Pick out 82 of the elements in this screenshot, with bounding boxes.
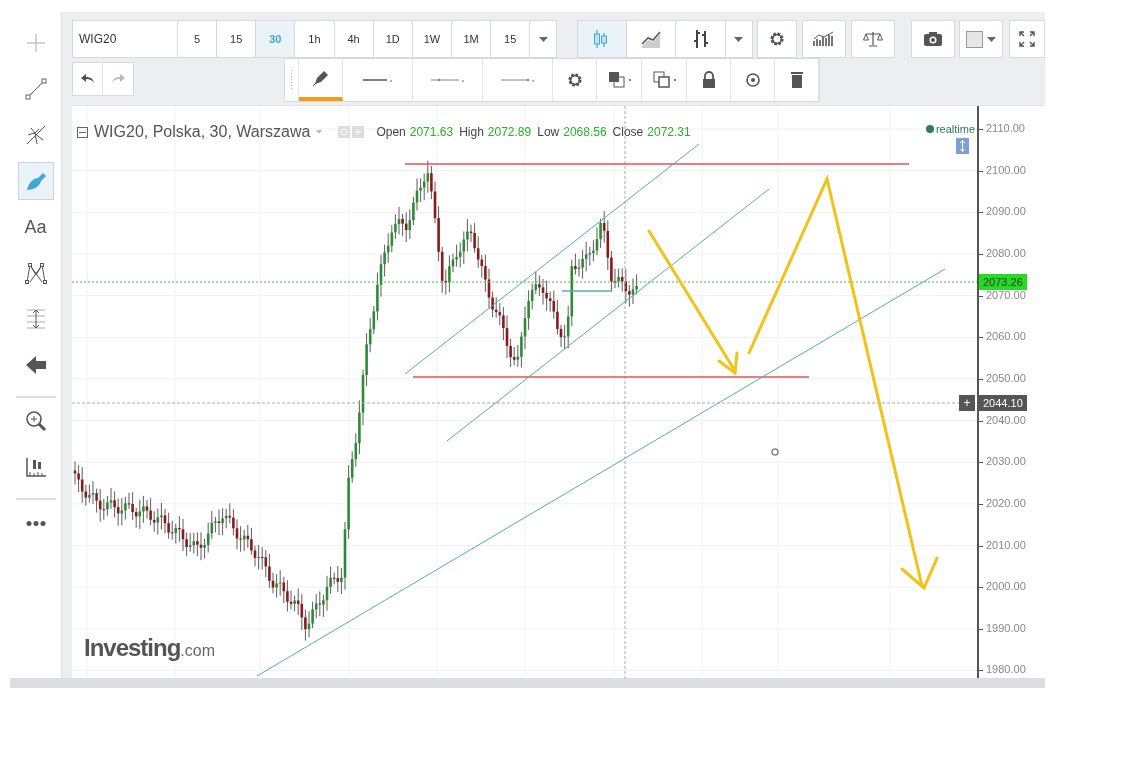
pencil-icon xyxy=(311,69,330,87)
fullscreen-icon xyxy=(1018,31,1035,47)
line-tool-icon xyxy=(24,78,47,100)
caret-icon xyxy=(734,36,744,42)
price-tick-label: 2020.00 xyxy=(986,497,1026,509)
symbol-title: WIG20, Polska, 30, Warszawa xyxy=(94,122,311,142)
status-dot-icon xyxy=(925,125,934,134)
price-tick-label: 2000.00 xyxy=(986,581,1026,593)
settings-button[interactable] xyxy=(756,20,797,58)
chart-type-button[interactable] xyxy=(676,20,726,58)
interval-tab[interactable]: 1D xyxy=(373,20,413,58)
drawing-tool-button[interactable] xyxy=(299,59,343,101)
camera-icon xyxy=(922,31,943,47)
interval-tab[interactable]: 15 xyxy=(491,20,531,58)
last-price-badge: 2073.26 xyxy=(979,274,1027,290)
color-swatch-icon xyxy=(965,30,983,48)
logo: Investing.com xyxy=(84,633,216,663)
price-tick-label: 2110.00 xyxy=(986,123,1025,134)
grip-icon xyxy=(290,70,293,90)
ohlc-label: Low xyxy=(537,124,560,141)
interval-tab[interactable]: 1W xyxy=(412,20,452,58)
ohlc-value: 2071.63 xyxy=(409,124,454,141)
pitchfork-icon xyxy=(24,124,47,146)
layers-icon xyxy=(652,71,671,89)
line-icon xyxy=(362,78,393,82)
drawing-tool-button[interactable]: Aa xyxy=(17,208,54,246)
measure-icon xyxy=(24,308,47,330)
brush-icon xyxy=(24,170,47,192)
zoom-in-icon xyxy=(24,410,47,432)
realtime-label: realtime xyxy=(935,122,975,137)
expand-icon xyxy=(959,140,966,152)
ohlc-value: 2072.31 xyxy=(647,124,691,141)
scales-icon xyxy=(862,31,883,47)
price-tick-label: 1980.00 xyxy=(986,664,1026,676)
circle-icon xyxy=(743,71,762,89)
caret-icon xyxy=(538,36,548,42)
interval-dropdown[interactable] xyxy=(530,20,557,58)
arrow-left-icon xyxy=(24,354,47,376)
collapse-icon[interactable] xyxy=(77,126,88,138)
compare-button[interactable] xyxy=(850,20,895,58)
interval-tab[interactable]: 5 xyxy=(178,20,218,58)
caret-icon xyxy=(986,36,996,42)
interval-tab[interactable]: 4h xyxy=(334,20,374,58)
indicators-button[interactable] xyxy=(801,20,846,58)
bar-chart-icon xyxy=(812,31,835,47)
interval-tab[interactable]: 1M xyxy=(452,20,492,58)
price-tick-label: 2090.00 xyxy=(986,206,1026,218)
more-icon xyxy=(24,520,47,526)
ohlc-label: Close xyxy=(612,124,644,141)
ohlc-value: 2068.56 xyxy=(563,124,607,141)
price-tick-label: 2030.00 xyxy=(986,456,1026,468)
screenshot-button[interactable] xyxy=(910,20,955,58)
crosshair-icon xyxy=(26,34,45,52)
price-tick-label: 2070.00 xyxy=(986,289,1026,301)
price-tick-label: 2060.00 xyxy=(986,331,1026,343)
ruler-icon xyxy=(24,456,47,478)
caret-icon xyxy=(316,130,323,134)
interval-tab[interactable]: 15 xyxy=(217,20,257,58)
ohlc-label: Open xyxy=(376,124,406,141)
ohlc-value: 2072.89 xyxy=(487,124,532,141)
line-icon xyxy=(500,78,535,82)
redo-icon xyxy=(111,74,125,84)
price-tick-label: 1990.00 xyxy=(986,622,1026,634)
price-tick-label: 2080.00 xyxy=(986,247,1026,259)
pattern-icon xyxy=(24,262,47,284)
add-alert-button[interactable]: + xyxy=(959,395,975,411)
price-tick-label: 2010.00 xyxy=(986,539,1026,551)
interval-tab[interactable]: 1h xyxy=(295,20,335,58)
cursor-dot-icon xyxy=(771,448,779,456)
price-tick-label: 2100.00 xyxy=(986,164,1026,176)
undo-icon xyxy=(80,74,95,84)
ohlc-label: High xyxy=(459,124,484,141)
crosshair-price-badge: 2044.10 xyxy=(979,395,1027,411)
scale-button[interactable] xyxy=(956,138,969,154)
fullscreen-button[interactable] xyxy=(1008,20,1045,58)
color-picker-button[interactable] xyxy=(958,20,1003,58)
line-icon xyxy=(430,78,465,82)
layers-icon xyxy=(607,71,626,89)
price-tick-label: 2050.00 xyxy=(986,372,1026,384)
symbol-field[interactable]: WIG20 xyxy=(72,20,178,58)
area-chart-icon xyxy=(641,29,661,49)
price-tick-label: 2040.00 xyxy=(986,414,1026,426)
